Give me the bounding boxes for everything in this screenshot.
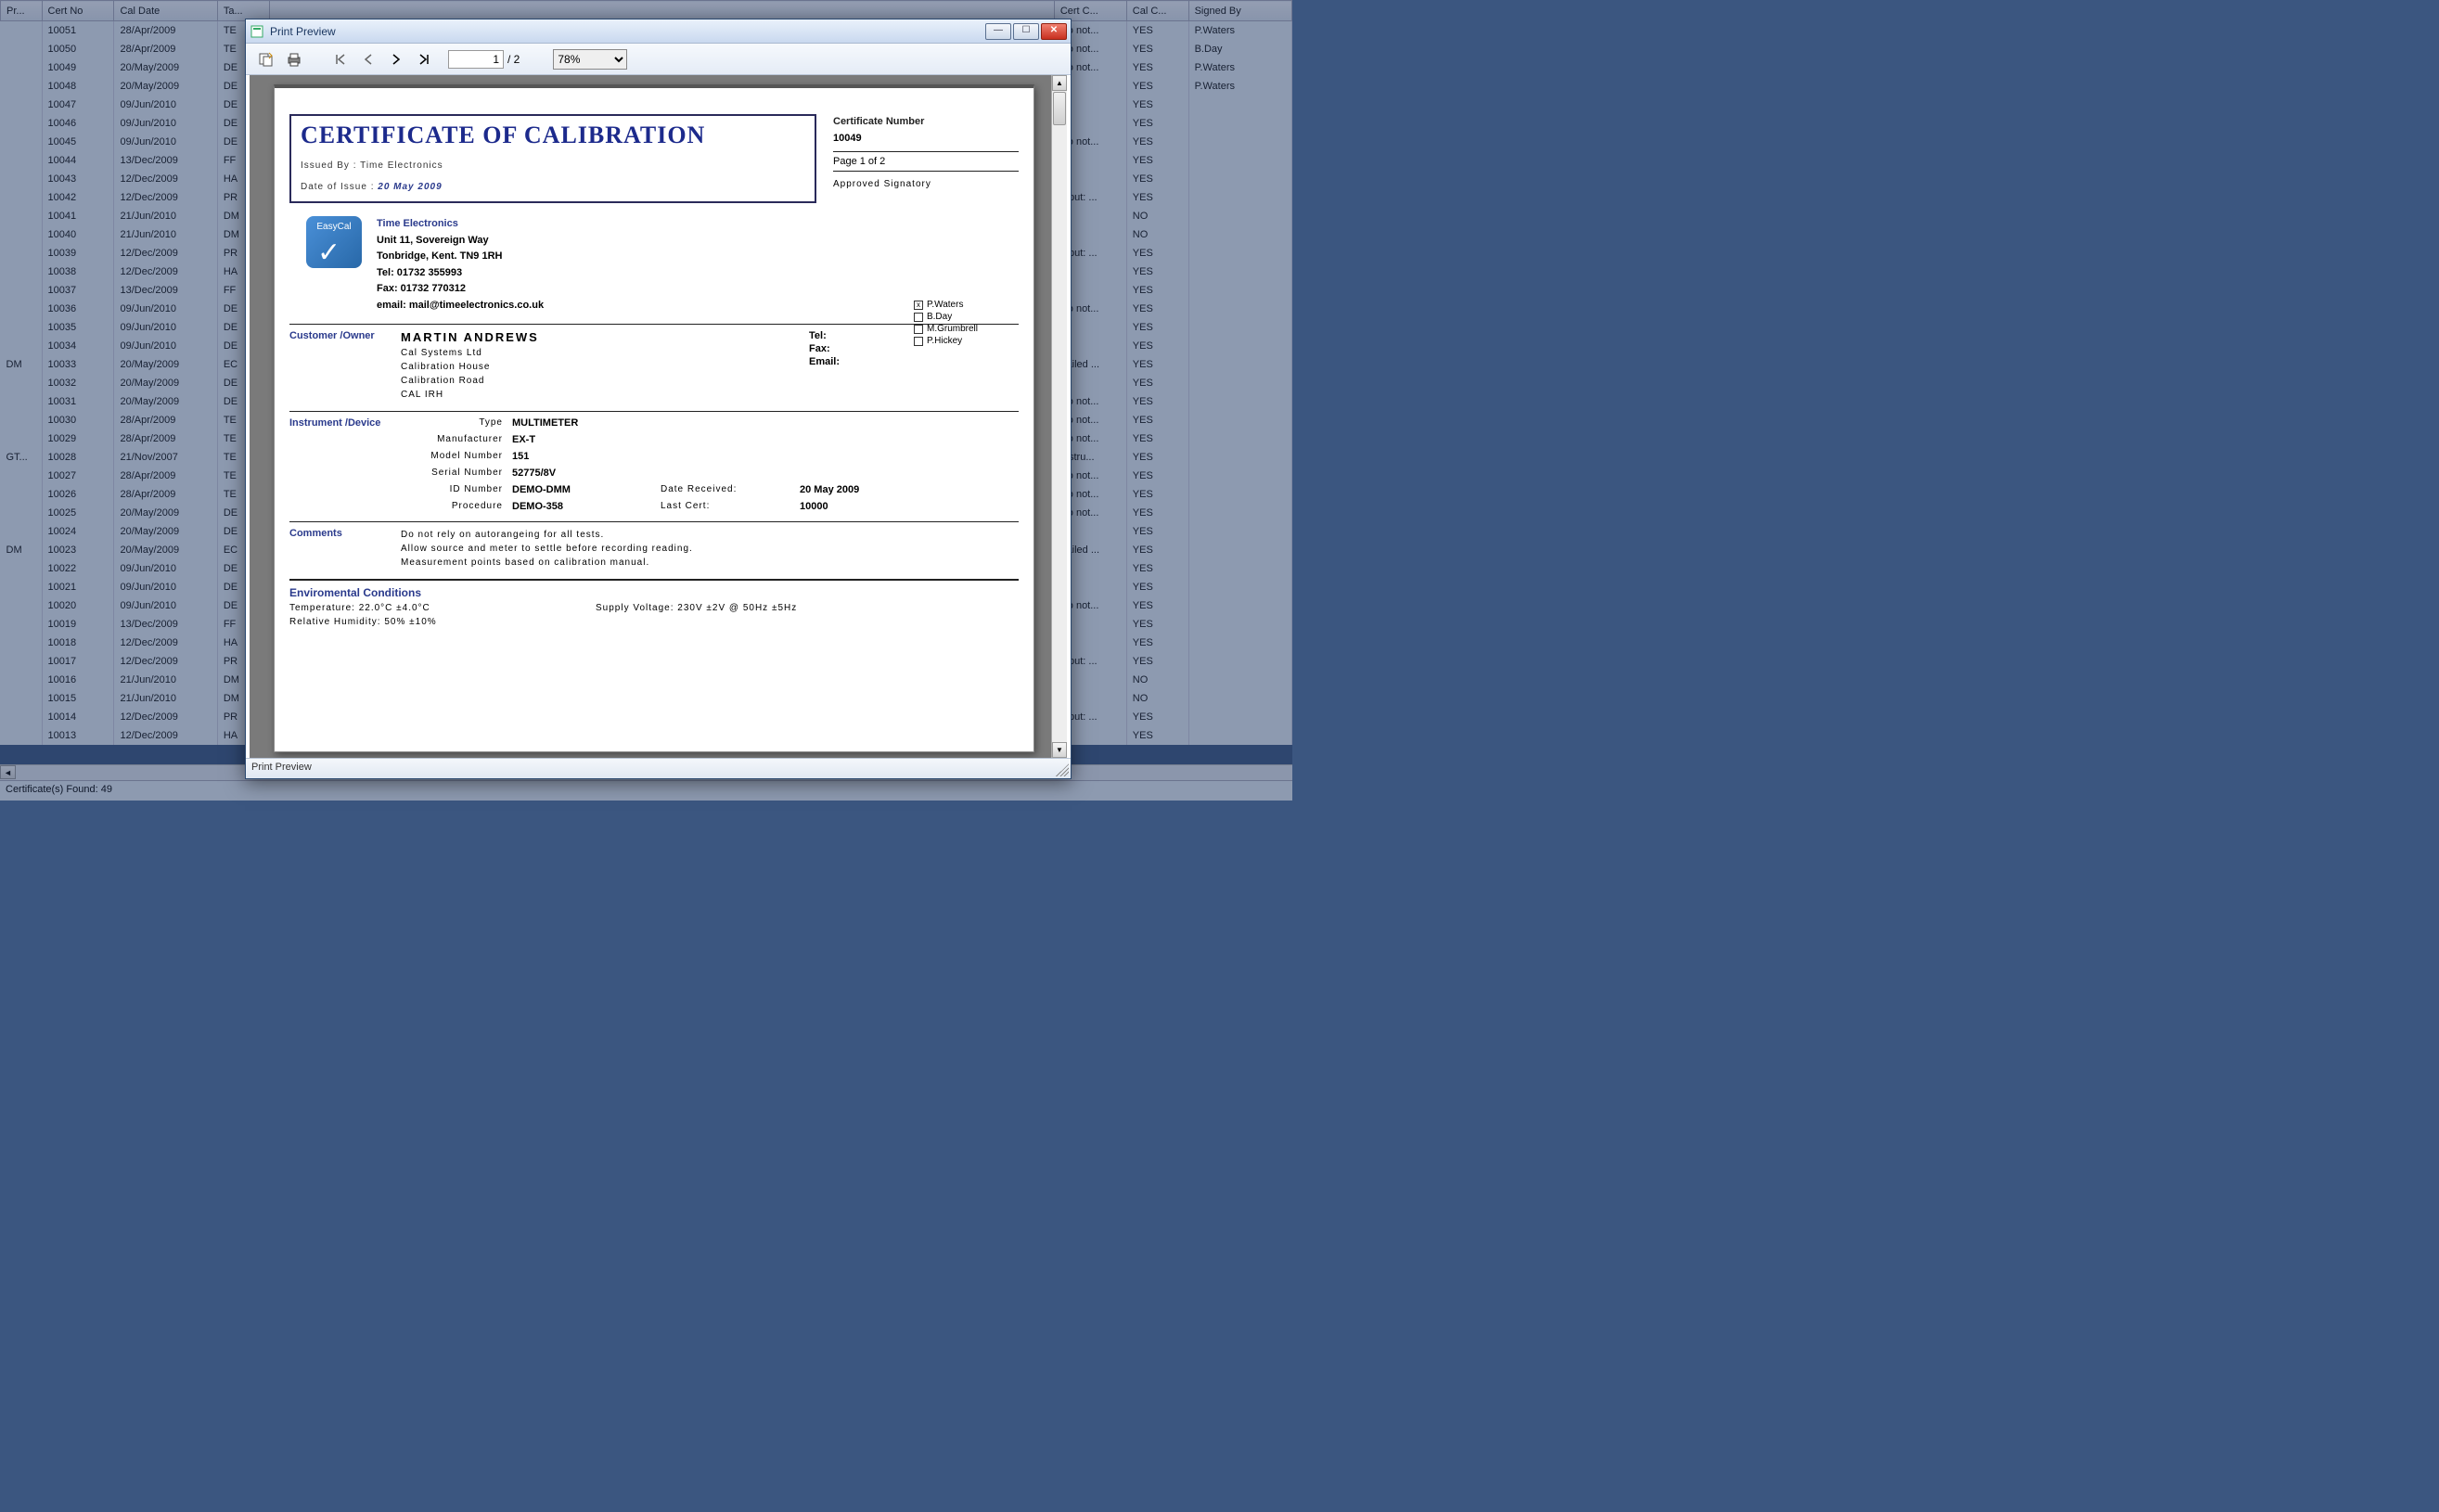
customer-label: Customer /Owner bbox=[289, 330, 401, 402]
status-bar: Certificate(s) Found: 49 bbox=[0, 780, 1292, 801]
signatory-row: xP.Waters bbox=[914, 300, 978, 310]
print-preview-window: Print Preview — ☐ ✕ / 2 bbox=[245, 19, 1072, 779]
company-name: Time Electronics bbox=[377, 216, 544, 233]
window-icon bbox=[250, 24, 264, 39]
next-page-button[interactable] bbox=[385, 48, 407, 70]
company-addr2: Tonbridge, Kent. TN9 1RH bbox=[377, 250, 502, 262]
col-header[interactable]: Cal C... bbox=[1126, 1, 1188, 21]
status-text: Certificate(s) Found: 49 bbox=[6, 784, 112, 795]
doi: 20 May 2009 bbox=[378, 182, 442, 192]
page-total: / 2 bbox=[507, 53, 520, 66]
export-button[interactable] bbox=[255, 48, 277, 70]
preview-toolbar: / 2 78% bbox=[246, 44, 1071, 75]
cust-tel-label: Tel: bbox=[809, 330, 827, 341]
preview-area: CERTIFICATE OF CALIBRATION Issued By : T… bbox=[250, 75, 1067, 758]
cust-email-label: Email: bbox=[809, 356, 840, 367]
resize-grip-icon[interactable] bbox=[1056, 763, 1069, 776]
last-page-button[interactable] bbox=[413, 48, 435, 70]
company-tel: Tel: 01732 355993 bbox=[377, 267, 462, 278]
easycal-logo: EasyCal ✓ bbox=[306, 216, 362, 268]
company-fax: Fax: 01732 770312 bbox=[377, 283, 466, 294]
logo-text: EasyCal bbox=[316, 222, 351, 232]
device-serial: 52775/8V bbox=[512, 468, 661, 479]
first-page-button[interactable] bbox=[329, 48, 352, 70]
cert-title: CERTIFICATE OF CALIBRATION bbox=[301, 122, 805, 149]
signatory-row: B.Day bbox=[914, 312, 978, 322]
titlebar[interactable]: Print Preview — ☐ ✕ bbox=[246, 19, 1071, 44]
env-temp: Temperature: 22.0°C ±4.0°C bbox=[289, 603, 596, 613]
window-status-text: Print Preview bbox=[251, 762, 312, 773]
device-proc: DEMO-358 bbox=[512, 501, 661, 512]
customer-contact: Tel: Fax: Email: bbox=[809, 330, 840, 369]
device-type: MULTIMETER bbox=[512, 417, 661, 429]
certno-label: Certificate Number bbox=[833, 116, 1019, 127]
device-mfr: EX-T bbox=[512, 434, 661, 445]
close-button[interactable]: ✕ bbox=[1041, 23, 1067, 40]
window-title: Print Preview bbox=[270, 25, 985, 38]
scroll-left-icon[interactable]: ◄ bbox=[0, 765, 16, 779]
scroll-down-icon[interactable]: ▼ bbox=[1052, 742, 1067, 758]
page-number-input[interactable] bbox=[448, 50, 504, 69]
doi-label: Date of Issue : bbox=[301, 182, 374, 192]
maximize-button[interactable]: ☐ bbox=[1013, 23, 1039, 40]
prev-page-button[interactable] bbox=[357, 48, 379, 70]
comments-text: Do not rely on autorangeing for all test… bbox=[401, 528, 1019, 570]
device-id: DEMO-DMM bbox=[512, 484, 661, 495]
company-info: Time Electronics Unit 11, Sovereign Way … bbox=[377, 216, 544, 314]
col-header[interactable]: Signed By bbox=[1188, 1, 1291, 21]
company-addr1: Unit 11, Sovereign Way bbox=[377, 235, 489, 246]
last-cert: 10000 bbox=[800, 501, 1019, 512]
vscrollbar[interactable]: ▲ ▼ bbox=[1051, 75, 1067, 758]
checkbox-icon: x bbox=[914, 301, 923, 310]
env-supply: Supply Voltage: 230V ±2V @ 50Hz ±5Hz bbox=[596, 603, 797, 613]
checkbox-icon bbox=[914, 313, 923, 322]
zoom-select[interactable]: 78% bbox=[553, 49, 627, 70]
cert-number-box: Certificate Number 10049 Page 1 of 2 App… bbox=[833, 114, 1019, 203]
minimize-button[interactable]: — bbox=[985, 23, 1011, 40]
col-header[interactable]: Cert No bbox=[42, 1, 114, 21]
issued-by: Time Electronics bbox=[360, 160, 443, 171]
page-indicator: Page 1 of 2 bbox=[833, 156, 1019, 167]
device-model: 151 bbox=[512, 451, 661, 462]
approved-sig-label: Approved Signatory bbox=[833, 179, 1019, 189]
comments-label: Comments bbox=[289, 528, 401, 570]
certificate-page: CERTIFICATE OF CALIBRATION Issued By : T… bbox=[274, 84, 1034, 752]
env-title: Enviromental Conditions bbox=[289, 586, 1019, 599]
check-icon: ✓ bbox=[317, 237, 340, 269]
customer-name: MARTIN ANDREWS bbox=[401, 330, 1019, 344]
cust-fax-label: Fax: bbox=[809, 343, 830, 354]
col-header[interactable]: Pr... bbox=[1, 1, 43, 21]
scroll-up-icon[interactable]: ▲ bbox=[1052, 75, 1067, 91]
env-rh: Relative Humidity: 50% ±10% bbox=[289, 617, 596, 627]
cert-title-box: CERTIFICATE OF CALIBRATION Issued By : T… bbox=[289, 114, 816, 203]
issued-by-label: Issued By : bbox=[301, 160, 356, 171]
window-status-bar: Print Preview bbox=[246, 758, 1071, 778]
col-header[interactable]: Cal Date bbox=[114, 1, 217, 21]
scroll-thumb[interactable] bbox=[1053, 92, 1066, 125]
date-received: 20 May 2009 bbox=[800, 484, 1019, 495]
device-label: Instrument /Device bbox=[289, 417, 401, 512]
certno: 10049 bbox=[833, 133, 1019, 144]
company-email: email: mail@timeelectronics.co.uk bbox=[377, 300, 544, 311]
print-button[interactable] bbox=[283, 48, 305, 70]
customer-address: Cal Systems LtdCalibration HouseCalibrat… bbox=[401, 346, 1019, 402]
